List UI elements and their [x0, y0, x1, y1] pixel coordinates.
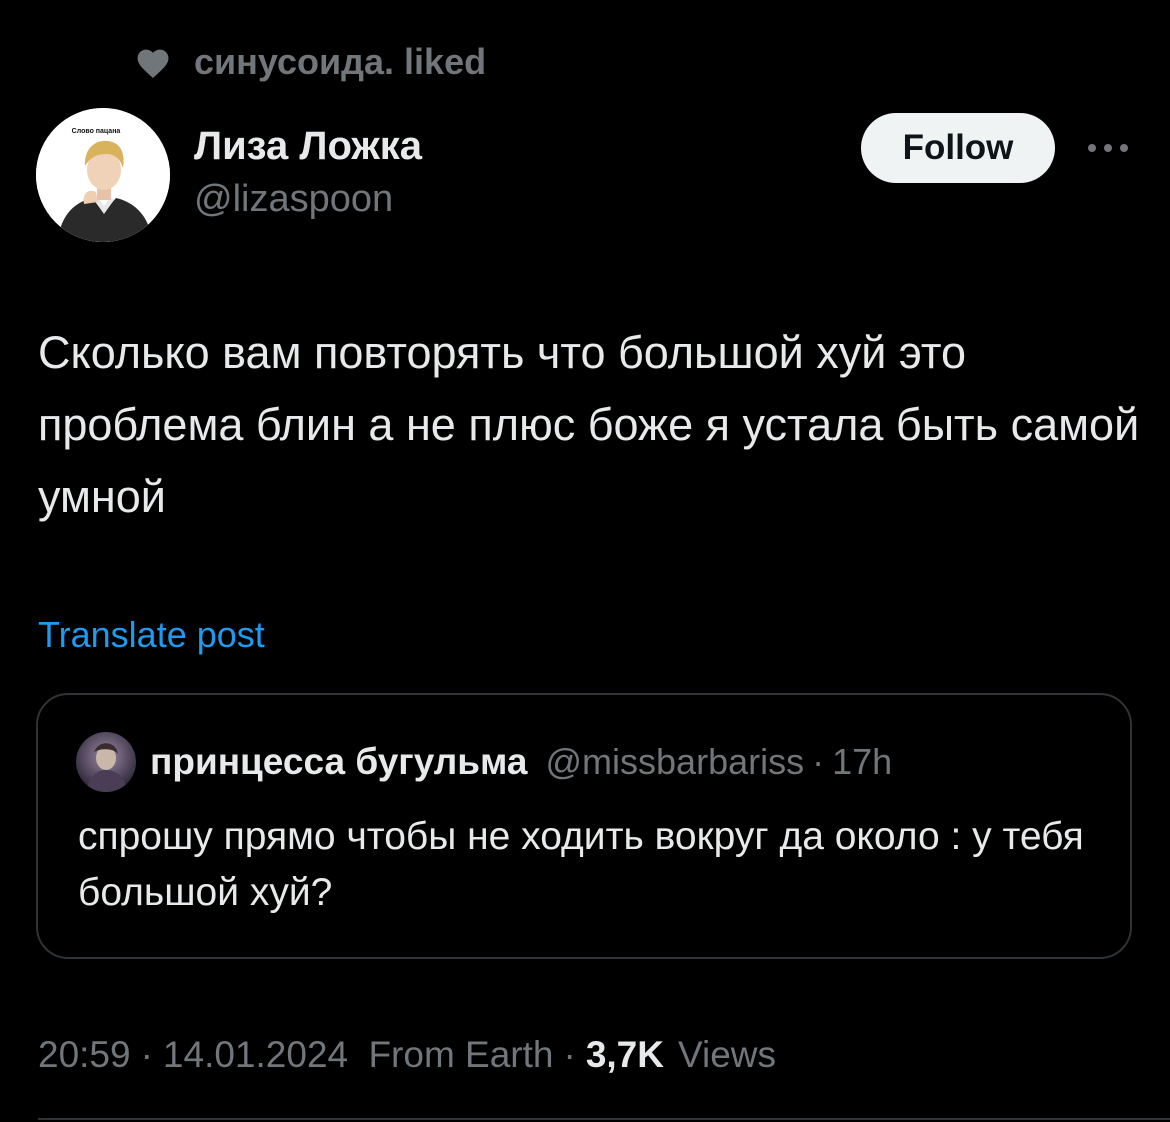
more-horizontal-icon	[1088, 144, 1128, 152]
social-context-label: синусоида. liked	[194, 41, 487, 82]
quoted-post-header: принцесса бугульма @missbarbariss · 17h	[76, 731, 892, 793]
author-display-name[interactable]: Лиза Ложка	[194, 124, 422, 169]
views-count[interactable]: 3,7K	[586, 1034, 664, 1076]
quoted-post-card[interactable]: принцесса бугульма @missbarbariss · 17h …	[36, 693, 1132, 959]
heart-icon	[134, 45, 172, 79]
divider	[38, 1118, 1170, 1120]
translate-post-link[interactable]: Translate post	[38, 614, 265, 656]
meta-separator: ·	[140, 1034, 153, 1075]
post-location: From Earth	[368, 1034, 554, 1075]
post-text: Сколько вам повторять что большой хуй эт…	[38, 327, 1140, 522]
post-date[interactable]: 14.01.2024	[163, 1034, 348, 1076]
quoted-post-time[interactable]: 17h	[832, 741, 892, 783]
post-time[interactable]: 20:59	[38, 1034, 131, 1076]
meta-separator: ·	[563, 1034, 576, 1075]
post-metadata: 20:59 · 14.01.2024 · From Earth · 3,7K V…	[38, 1034, 776, 1076]
quoted-author-handle[interactable]: @missbarbariss	[546, 741, 805, 783]
views-label: Views	[677, 1034, 776, 1075]
social-context[interactable]: синусоида. liked	[134, 38, 486, 86]
author-handle[interactable]: @lizaspoon	[194, 178, 393, 221]
quoted-author-display-name[interactable]: принцесса бугульма	[150, 741, 528, 783]
more-options-button[interactable]	[1082, 130, 1134, 166]
avatar-caption: Слово пацана	[72, 128, 121, 135]
quoted-author-avatar[interactable]	[76, 732, 136, 792]
follow-button[interactable]: Follow	[861, 113, 1055, 183]
quoted-separator: ·	[812, 741, 825, 782]
author-avatar[interactable]: Слово пацана	[36, 108, 170, 242]
quoted-post-text: спрошу прямо чтобы не ходить вокруг да о…	[78, 815, 1084, 914]
